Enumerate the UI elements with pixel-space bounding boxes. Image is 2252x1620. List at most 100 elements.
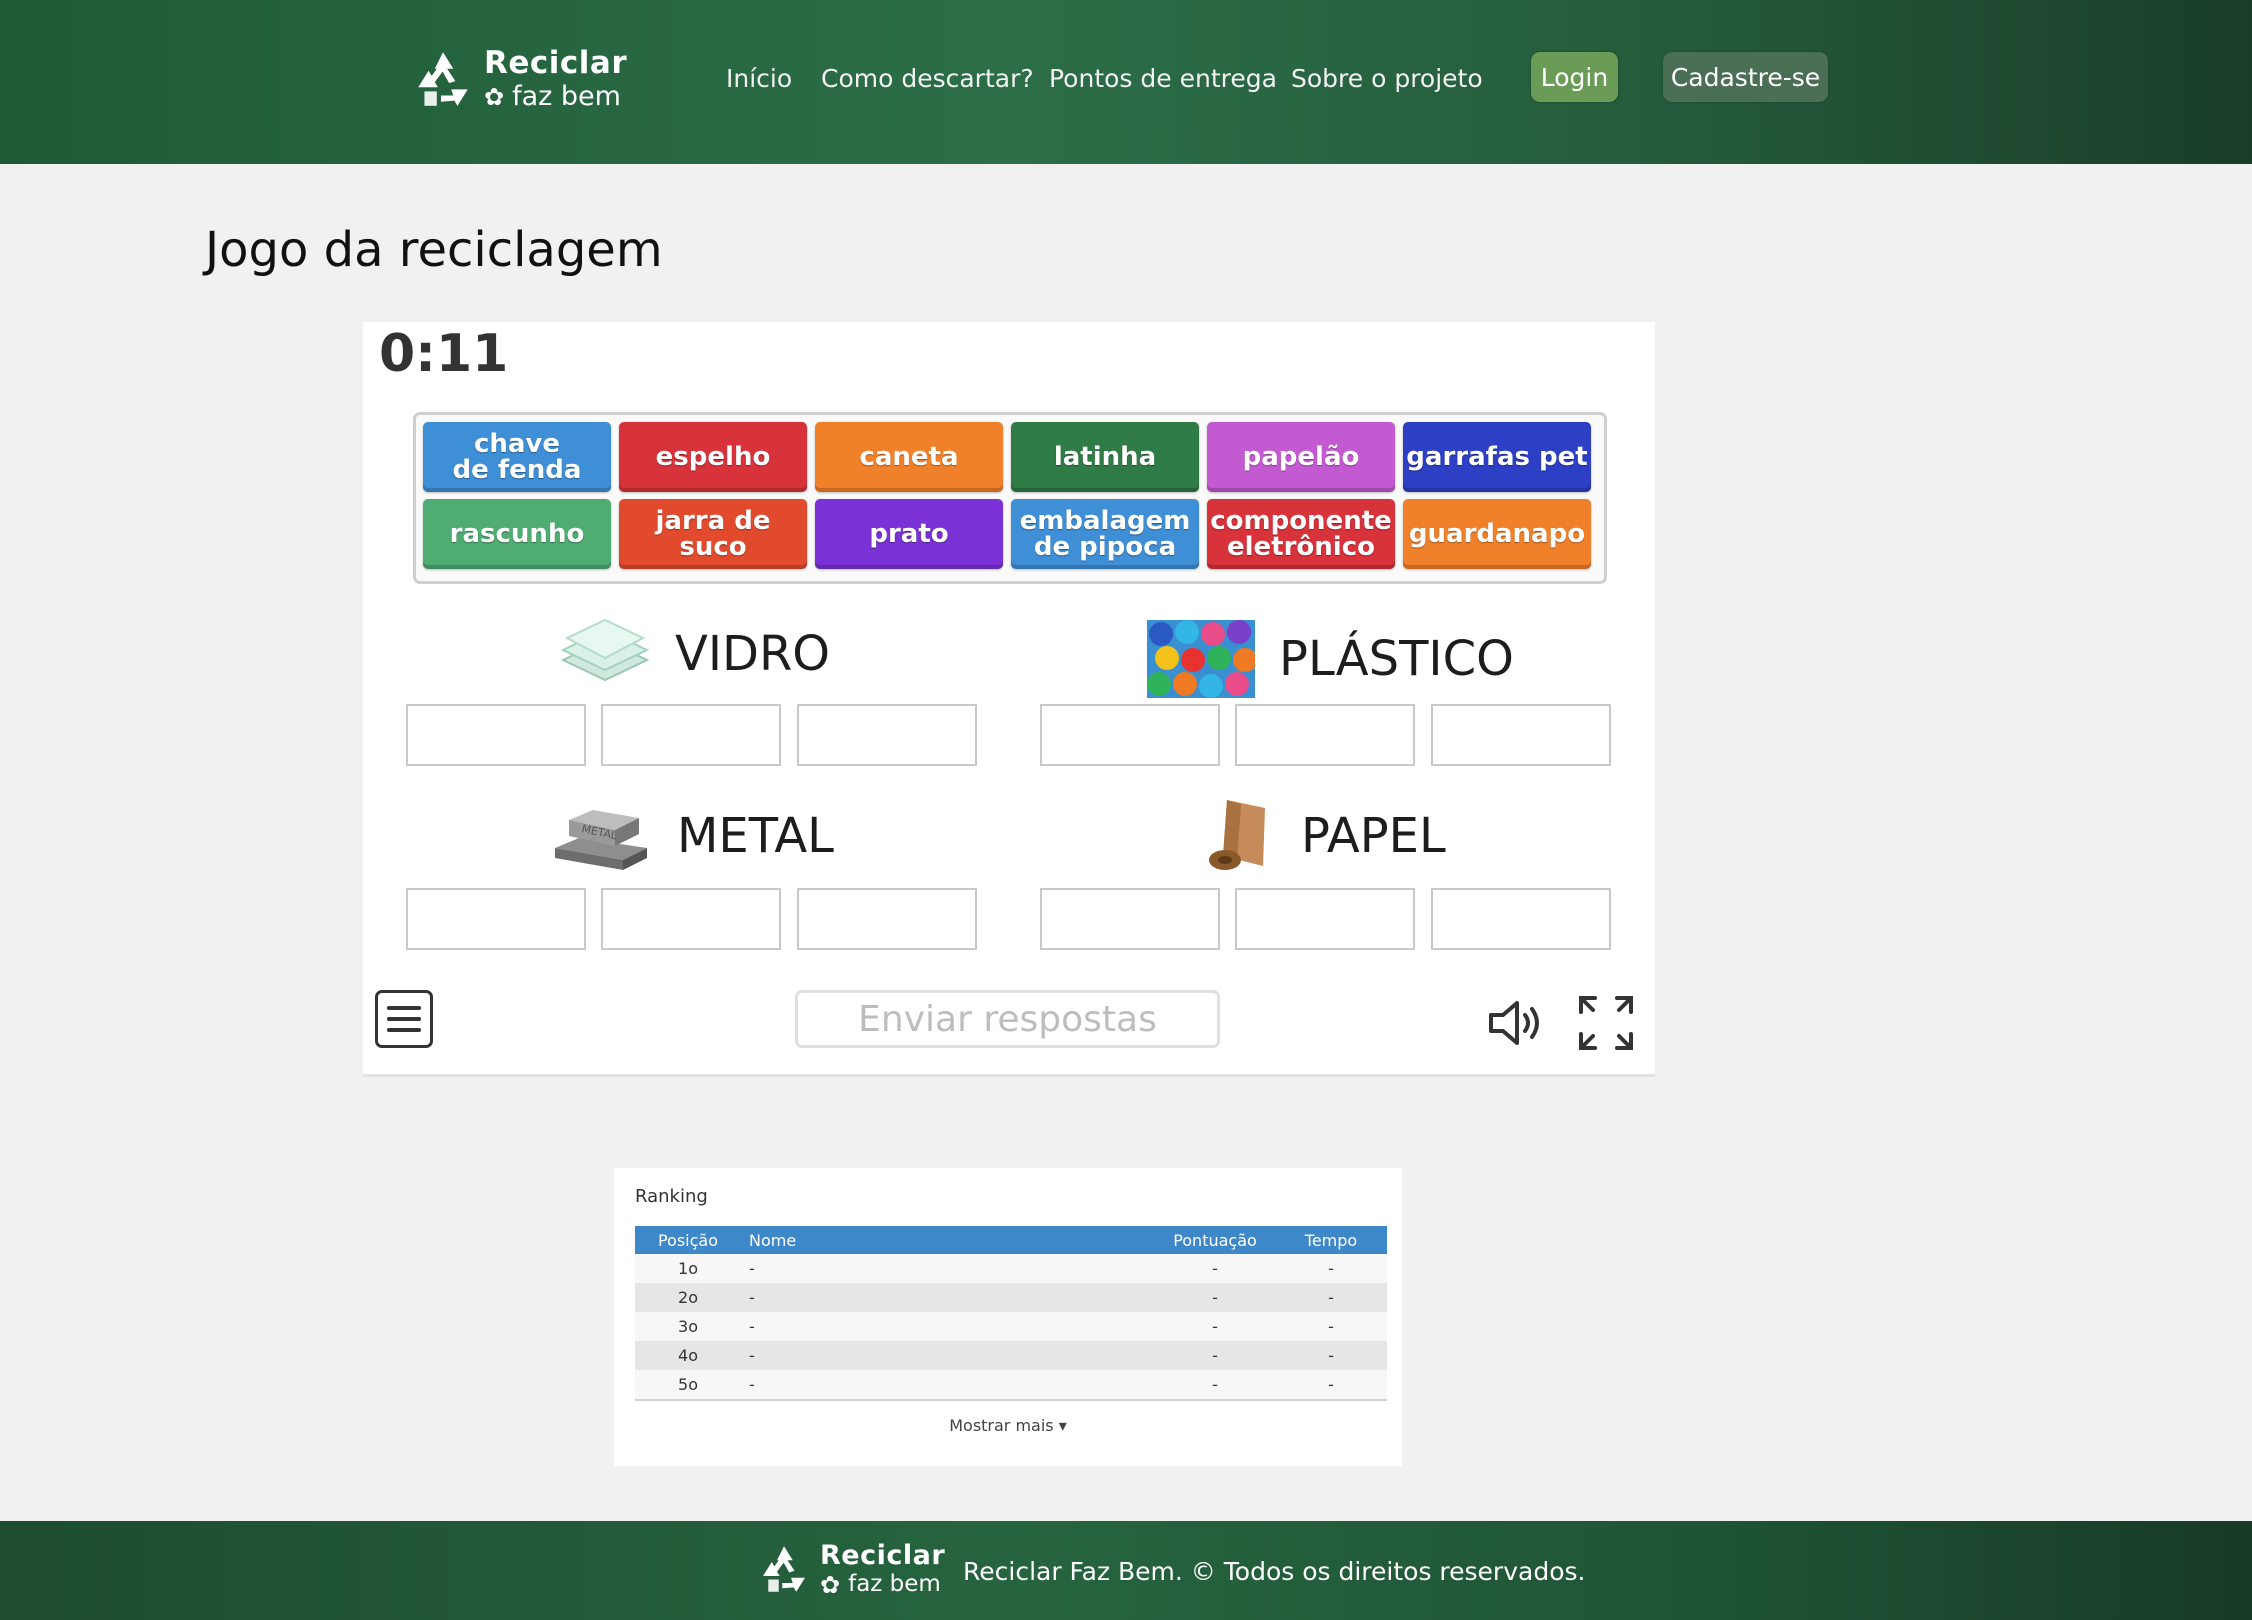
category-plastico: PLÁSTICO (1147, 620, 1514, 698)
tile-latinha[interactable]: latinha (1011, 422, 1199, 492)
menu-icon[interactable] (375, 990, 433, 1048)
ranking-panel: Ranking Posição Nome Pontuação Tempo 1o … (614, 1168, 1402, 1466)
tile-text: de pipoca (1033, 532, 1177, 562)
category-papel: PAPEL (1205, 796, 1446, 876)
cell-nome: - (741, 1283, 1155, 1312)
tile-text: eletrônico (1227, 532, 1375, 562)
tile-text: guardanapo (1408, 519, 1586, 549)
tile-jarra-de-suco[interactable]: jarra de suco (619, 499, 807, 569)
sprout-icon: ✿ (484, 82, 505, 111)
page-title: Jogo da reciclagem (205, 222, 663, 278)
drop-slot-plastico-2[interactable] (1235, 704, 1415, 766)
tile-prato[interactable]: prato (815, 499, 1003, 569)
category-name: PLÁSTICO (1279, 631, 1514, 687)
column-header-posicao: Posição (635, 1226, 741, 1254)
sprout-icon: ✿ (820, 1570, 841, 1599)
site-logo[interactable]: Reciclar ✿ faz bem (410, 46, 627, 112)
cell-pontuacao: - (1155, 1254, 1275, 1283)
send-answers-button[interactable]: Enviar respostas (795, 990, 1220, 1048)
show-more-link[interactable]: Mostrar mais ▾ (614, 1416, 1402, 1435)
table-row: 5o - - - (635, 1370, 1387, 1401)
speaker-icon[interactable] (1487, 998, 1545, 1048)
drop-slot-metal-1[interactable] (406, 888, 586, 950)
tile-espelho[interactable]: espelho (619, 422, 807, 492)
cell-posicao: 1o (635, 1254, 741, 1283)
tile-garrafas-pet[interactable]: garrafas pet (1403, 422, 1591, 492)
cell-tempo: - (1275, 1341, 1387, 1370)
cell-pontuacao: - (1155, 1312, 1275, 1341)
drop-slot-papel-1[interactable] (1040, 888, 1220, 950)
fullscreen-icon[interactable] (1577, 994, 1635, 1052)
metal-ingots-icon: METAL (555, 810, 647, 870)
table-row: 4o - - - (635, 1341, 1387, 1370)
drop-slot-vidro-3[interactable] (797, 704, 977, 766)
recycling-game: 0:11 chave de fenda espelho caneta latinh… (363, 322, 1655, 1077)
tile-text: prato (869, 519, 949, 549)
drop-slot-papel-2[interactable] (1235, 888, 1415, 950)
drop-slot-vidro-1[interactable] (406, 704, 586, 766)
glass-sheets-icon (560, 618, 650, 682)
drop-slot-metal-3[interactable] (797, 888, 977, 950)
site-header: Reciclar ✿ faz bem Início Como descartar?… (0, 0, 2252, 164)
paper-roll-icon (1209, 800, 1265, 870)
column-header-tempo: Tempo (1275, 1226, 1387, 1254)
brand-line-1: Reciclar (484, 45, 628, 81)
brand-line-1: Reciclar (820, 1539, 946, 1571)
drop-slot-metal-2[interactable] (601, 888, 781, 950)
drop-slot-vidro-2[interactable] (601, 704, 781, 766)
tile-board: chave de fenda espelho caneta latinha pap… (413, 412, 1607, 584)
cell-tempo: - (1275, 1283, 1387, 1312)
tile-guardanapo[interactable]: guardanapo (1403, 499, 1591, 569)
tile-caneta[interactable]: caneta (815, 422, 1003, 492)
table-row: 3o - - - (635, 1312, 1387, 1341)
nav-como-descartar[interactable]: Como descartar? (821, 64, 1034, 93)
cell-nome: - (741, 1341, 1155, 1370)
cell-nome: - (741, 1254, 1155, 1283)
category-name: METAL (677, 808, 834, 864)
copyright-text: Reciclar Faz Bem. © Todos os direitos re… (963, 1557, 1586, 1586)
cell-pontuacao: - (1155, 1283, 1275, 1312)
category-metal: METAL METAL (549, 798, 834, 874)
cell-pontuacao: - (1155, 1341, 1275, 1370)
drop-slot-plastico-3[interactable] (1431, 704, 1611, 766)
tile-text: garrafas pet (1406, 442, 1588, 472)
cell-tempo: - (1275, 1312, 1387, 1341)
plastic-caps-icon (1147, 620, 1255, 698)
category-name: PAPEL (1301, 808, 1446, 864)
ranking-title: Ranking (635, 1186, 708, 1207)
cell-nome: - (741, 1312, 1155, 1341)
category-vidro: VIDRO (559, 616, 830, 692)
brand-line-2: faz bem (512, 81, 621, 112)
tile-text: jarra de suco (655, 506, 771, 562)
tile-rascunho[interactable]: rascunho (423, 499, 611, 569)
tile-text: rascunho (449, 519, 585, 549)
tile-chave-de-fenda[interactable]: chave de fenda (423, 422, 611, 492)
nav-sobre-o-projeto[interactable]: Sobre o projeto (1291, 64, 1483, 93)
cell-posicao: 5o (635, 1370, 741, 1401)
category-name: VIDRO (675, 626, 831, 682)
tile-papelao[interactable]: papelão (1207, 422, 1395, 492)
tile-componente-eletronico[interactable]: componente eletrônico (1207, 499, 1395, 569)
game-timer: 0:11 (379, 324, 509, 384)
recycle-logo-icon (418, 52, 468, 106)
brand-line-2: faz bem (848, 1571, 941, 1597)
drop-slot-plastico-1[interactable] (1040, 704, 1220, 766)
tile-text: caneta (859, 442, 959, 472)
signup-button[interactable]: Cadastre-se (1663, 52, 1828, 102)
nav-inicio[interactable]: Início (726, 64, 792, 93)
ranking-table: Posição Nome Pontuação Tempo 1o - - - 2o… (635, 1226, 1387, 1401)
cell-tempo: - (1275, 1370, 1387, 1401)
cell-tempo: - (1275, 1254, 1387, 1283)
footer-logo[interactable]: Reciclar ✿ faz bem (756, 1541, 945, 1597)
tile-text: latinha (1053, 442, 1157, 472)
nav-pontos-de-entrega[interactable]: Pontos de entrega (1049, 64, 1277, 93)
column-header-nome: Nome (741, 1226, 1155, 1254)
cell-posicao: 3o (635, 1312, 741, 1341)
tile-embalagem-de-pipoca[interactable]: embalagem de pipoca (1011, 499, 1199, 569)
site-footer: Reciclar ✿ faz bem Reciclar Faz Bem. © To… (0, 1521, 2252, 1620)
drop-slot-papel-3[interactable] (1431, 888, 1611, 950)
table-row: 2o - - - (635, 1283, 1387, 1312)
login-button[interactable]: Login (1531, 52, 1618, 102)
table-row: 1o - - - (635, 1254, 1387, 1283)
tile-text: espelho (655, 442, 771, 472)
